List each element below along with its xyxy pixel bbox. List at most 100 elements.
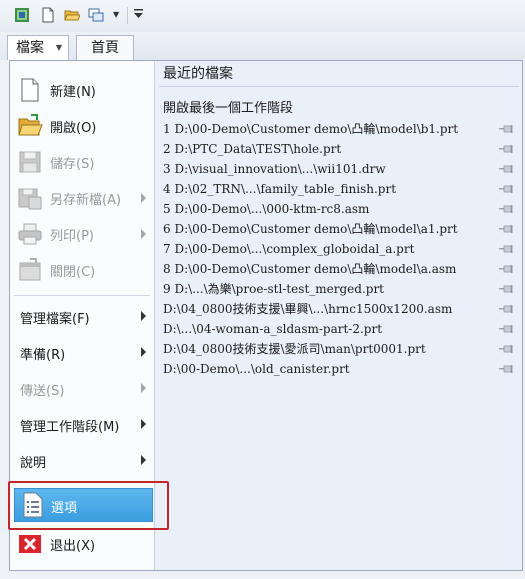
pin-icon[interactable]	[499, 365, 513, 373]
customize-toolbar-icon[interactable]	[134, 9, 143, 19]
quick-access-toolbar: ▼	[0, 0, 525, 32]
recent-file-item[interactable]: 4 D:\02_TRN\...\family_table_finish.prt	[159, 179, 519, 199]
pin-icon[interactable]	[499, 145, 513, 153]
pin-icon[interactable]	[499, 325, 513, 333]
pin-icon[interactable]	[499, 225, 513, 233]
recent-file-item[interactable]: 8 D:\00-Demo\Customer demo\凸輪\model\a.as…	[159, 259, 519, 279]
save-label: 儲存(S)	[50, 157, 95, 172]
exit-button[interactable]: 退出(X)	[10, 527, 154, 561]
save-as-icon	[18, 188, 42, 210]
new-file-icon	[21, 78, 39, 102]
pin-icon[interactable]	[499, 345, 513, 353]
options-button[interactable]: 選項	[14, 488, 153, 522]
recent-file-item[interactable]: 2 D:\PTC_Data\TEST\hole.prt	[159, 139, 519, 159]
prepare-label: 準備(R)	[20, 348, 66, 363]
recent-file-path: D:\04_0800技術支援\畢興\...\hrnc1500x1200.asm	[163, 302, 453, 316]
new-file-icon[interactable]	[40, 7, 56, 23]
new-button[interactable]: 新建(N)	[10, 73, 154, 107]
recent-file-item[interactable]: D:\...\04-woman-a_sldasm-part-2.prt	[159, 319, 519, 339]
help-label: 說明	[20, 456, 47, 471]
pin-icon[interactable]	[499, 165, 513, 173]
tab-file[interactable]: 檔案 ▼	[7, 35, 69, 60]
pin-icon[interactable]	[499, 285, 513, 293]
pin-icon[interactable]	[499, 245, 513, 253]
recent-file-item[interactable]: D:\04_0800技術支援\畢興\...\hrnc1500x1200.asm	[159, 299, 519, 319]
windows-icon[interactable]	[88, 7, 104, 23]
open-last-session-label: 開啟最後一個工作階段	[163, 101, 294, 116]
pin-icon[interactable]	[499, 185, 513, 193]
print-button[interactable]: 列印(P)	[10, 217, 154, 251]
submenu-arrow-icon	[141, 193, 146, 203]
tab-file-label: 檔案	[16, 40, 44, 56]
tab-home[interactable]: 首頁	[76, 35, 134, 60]
recent-file-item[interactable]: D:\00-Demo\...\old_canister.prt	[159, 359, 519, 379]
submenu-arrow-icon	[141, 311, 146, 321]
options-label: 選項	[51, 501, 78, 516]
pin-icon[interactable]	[499, 205, 513, 213]
ribbon-tabs: 檔案 ▼ 首頁	[0, 32, 525, 60]
recent-file-item[interactable]: 3 D:\visual_innovation\...\wii101.drw	[159, 159, 519, 179]
send-menu[interactable]: 傳送(S)	[10, 372, 154, 404]
open-last-session-link[interactable]: 開啟最後一個工作階段	[159, 99, 519, 119]
recent-file-path: 2 D:\PTC_Data\TEST\hole.prt	[163, 142, 342, 156]
printer-icon	[18, 223, 42, 245]
close-button[interactable]: 關閉(C)	[10, 253, 154, 287]
exit-label: 退出(X)	[50, 539, 96, 554]
file-menu-commands: 新建(N) 開啟(O) 儲存(S) 另存新檔(A) 列印(P) 關閉(C) 管理…	[10, 61, 154, 570]
manage-session-menu[interactable]: 管理工作階段(M)	[10, 408, 154, 440]
open-folder-icon[interactable]	[64, 7, 80, 23]
file-menu: 新建(N) 開啟(O) 儲存(S) 另存新檔(A) 列印(P) 關閉(C) 管理…	[9, 60, 523, 571]
manage-files-label: 管理檔案(F)	[20, 312, 90, 327]
recent-file-path: 9 D:\...\為樂\proe-stl-test_merged.prt	[163, 282, 384, 296]
tab-home-label: 首頁	[91, 40, 119, 56]
prepare-menu[interactable]: 準備(R)	[10, 336, 154, 368]
save-as-button[interactable]: 另存新檔(A)	[10, 181, 154, 215]
manage-session-label: 管理工作階段(M)	[20, 420, 120, 435]
recent-file-item[interactable]: D:\04_0800技術支援\愛派司\man\prt0001.prt	[159, 339, 519, 359]
recent-file-path: 6 D:\00-Demo\Customer demo\凸輪\model\a1.p…	[163, 222, 458, 236]
recent-file-path: D:\...\04-woman-a_sldasm-part-2.prt	[163, 322, 383, 336]
submenu-arrow-icon	[141, 455, 146, 465]
new-label: 新建(N)	[50, 85, 96, 100]
print-label: 列印(P)	[50, 229, 94, 244]
help-menu[interactable]: 說明	[10, 444, 154, 476]
recent-files-title: 最近的檔案	[159, 63, 519, 87]
close-window-icon	[19, 258, 41, 281]
save-as-label: 另存新檔(A)	[50, 193, 122, 208]
send-label: 傳送(S)	[20, 384, 65, 399]
close-label: 關閉(C)	[50, 265, 96, 280]
recent-file-path: 8 D:\00-Demo\Customer demo\凸輪\model\a.as…	[163, 262, 457, 276]
toolbar-separator	[127, 7, 128, 24]
submenu-arrow-icon	[141, 229, 146, 239]
recent-file-item[interactable]: 7 D:\00-Demo\...\complex_globoidal_a.prt	[159, 239, 519, 259]
recent-file-path: 4 D:\02_TRN\...\family_table_finish.prt	[163, 182, 397, 196]
open-label: 開啟(O)	[50, 121, 97, 136]
chevron-down-icon[interactable]: ▼	[113, 10, 119, 19]
save-button[interactable]: 儲存(S)	[10, 145, 154, 179]
open-folder-icon	[18, 114, 43, 136]
menu-divider	[14, 295, 150, 296]
app-icon[interactable]	[14, 7, 30, 23]
recent-file-path: D:\04_0800技術支援\愛派司\man\prt0001.prt	[163, 342, 426, 356]
save-disk-icon	[19, 151, 41, 173]
pin-icon[interactable]	[499, 305, 513, 313]
recent-file-item[interactable]: 1 D:\00-Demo\Customer demo\凸輪\model\b1.p…	[159, 119, 519, 139]
recent-file-item[interactable]: 6 D:\00-Demo\Customer demo\凸輪\model\a1.p…	[159, 219, 519, 239]
submenu-arrow-icon	[141, 347, 146, 357]
submenu-arrow-icon	[141, 383, 146, 393]
recent-file-item[interactable]: 5 D:\00-Demo\...\000-ktm-rc8.asm	[159, 199, 519, 219]
recent-file-path: 1 D:\00-Demo\Customer demo\凸輪\model\b1.p…	[163, 122, 459, 136]
open-button[interactable]: 開啟(O)	[10, 109, 154, 143]
recent-file-item[interactable]: 9 D:\...\為樂\proe-stl-test_merged.prt	[159, 279, 519, 299]
manage-files-menu[interactable]: 管理檔案(F)	[10, 300, 154, 332]
recent-files-panel: 最近的檔案 開啟最後一個工作階段 1 D:\00-Demo\Customer d…	[154, 61, 522, 570]
recent-file-path: 3 D:\visual_innovation\...\wii101.drw	[163, 162, 386, 176]
recent-file-path: D:\00-Demo\...\old_canister.prt	[163, 362, 350, 376]
recent-file-path: 7 D:\00-Demo\...\complex_globoidal_a.prt	[163, 242, 415, 256]
pin-icon[interactable]	[499, 265, 513, 273]
chevron-down-icon: ▼	[55, 43, 62, 52]
exit-x-icon	[19, 535, 41, 553]
submenu-arrow-icon	[141, 419, 146, 429]
pin-icon[interactable]	[499, 125, 513, 133]
options-list-icon	[23, 492, 43, 518]
